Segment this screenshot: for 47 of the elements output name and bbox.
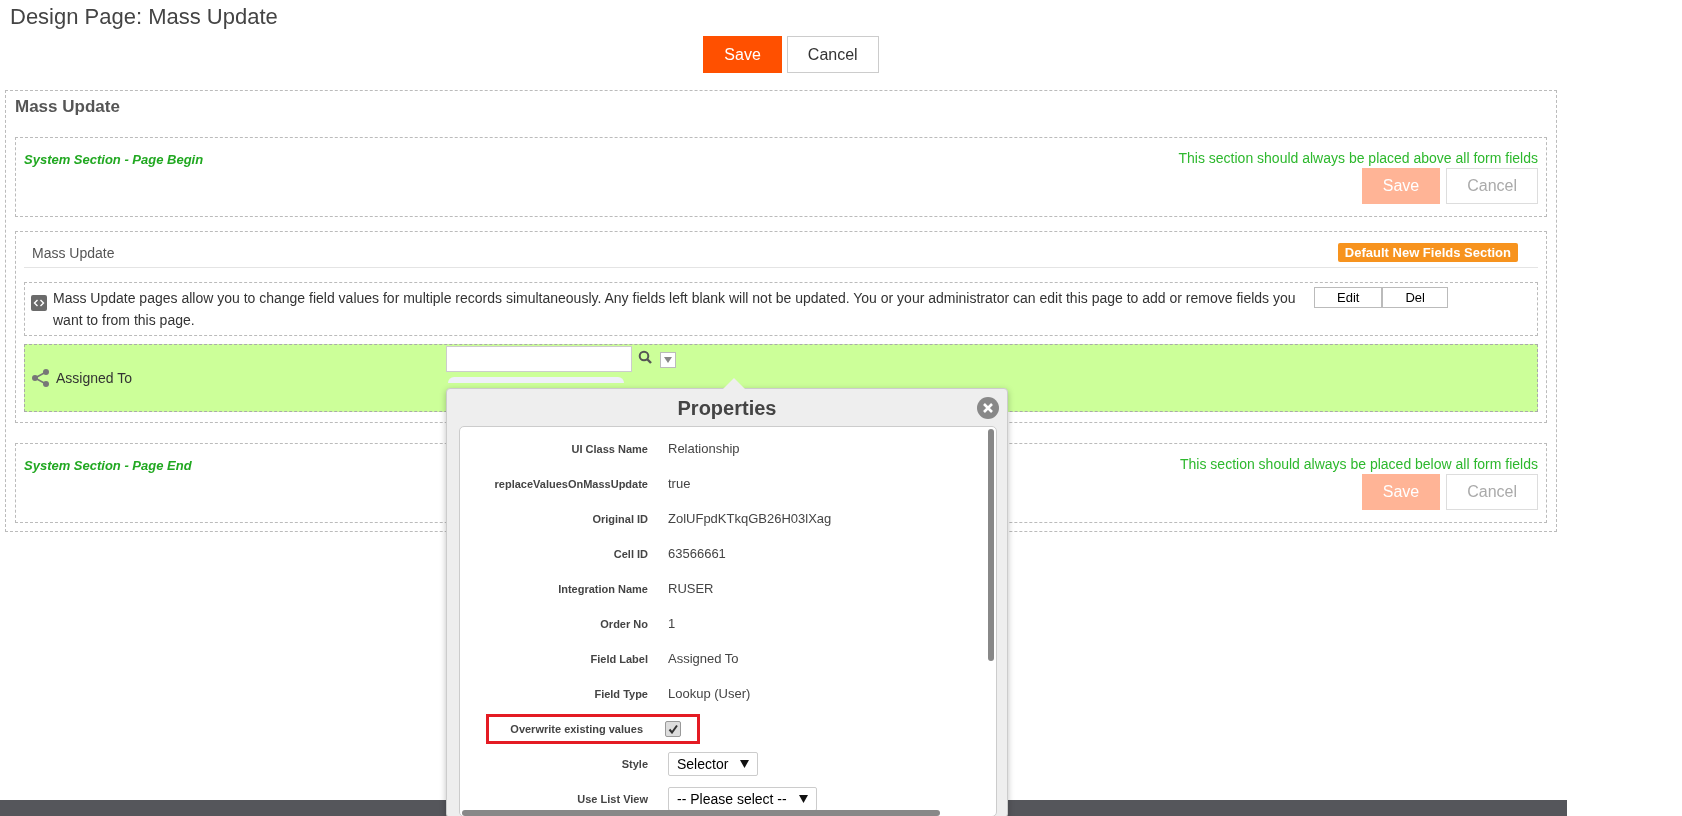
section-title: Mass Update: [32, 244, 115, 261]
section-title: System Section - Page End: [24, 458, 192, 473]
property-value: Relationship: [668, 441, 740, 456]
close-icon[interactable]: [977, 397, 999, 419]
property-label: Order No: [599, 617, 648, 630]
property-label: Integration Name: [557, 582, 648, 595]
section-title: System Section - Page Begin: [24, 152, 204, 167]
section-note: This section should always be placed above all form fields: [1178, 150, 1538, 166]
property-value: RUSER: [668, 581, 714, 596]
form-title: Mass Update: [15, 97, 121, 117]
share-icon: [31, 368, 50, 388]
checkbox[interactable]: [665, 720, 681, 737]
property-label: Style: [620, 757, 648, 770]
select-dropdown[interactable]: -- Please select --: [668, 786, 817, 811]
vertical-scrollbar[interactable]: [988, 429, 994, 661]
caret-icon: [664, 357, 672, 363]
dropdown-button[interactable]: [660, 352, 676, 368]
property-label: Field Label: [589, 652, 648, 665]
cancel-button[interactable]: Cancel: [786, 36, 879, 73]
property-value: Lookup (User): [668, 686, 751, 701]
section-button[interactable]: Del: [1382, 287, 1448, 308]
description-text: Mass Update pages allow you to change field values for multiple records simultaneously. Any fields left blank will not be updated. You or your administrator can edit this page to add or remove fields you want to from this page.: [53, 289, 1297, 330]
horizontal-scrollbar[interactable]: [462, 810, 940, 816]
property-value: 1: [668, 616, 676, 631]
property-label: Cell ID: [612, 547, 648, 560]
property-label: replaceValuesOnMassUpdate: [493, 477, 648, 490]
section-note: This section should always be placed below all form fields: [1180, 456, 1538, 472]
check-icon: [668, 723, 678, 734]
caret-icon: [740, 759, 750, 768]
property-label: Overwrite existing values: [509, 722, 643, 735]
property-value: 63566661: [668, 546, 726, 561]
section-badge: Default New Fields Section: [1337, 243, 1518, 262]
select-dropdown[interactable]: Selector: [668, 751, 759, 776]
search-icon[interactable]: [638, 350, 652, 364]
field-label: Assigned To: [56, 370, 133, 386]
property-value: Assigned To: [668, 651, 739, 666]
property-label: UI Class Name: [570, 442, 648, 455]
property-label: Original ID: [591, 512, 648, 525]
lookup-input-field[interactable]: [446, 346, 632, 372]
section-button[interactable]: Edit: [1314, 287, 1383, 308]
page-title: Design Page: Mass Update: [9, 3, 279, 30]
property-label: Use List View: [576, 792, 648, 805]
caret-icon: [798, 794, 808, 803]
property-value: ZolUFpdKTkqGB26H03lXag: [668, 511, 832, 526]
code-icon: [31, 295, 47, 311]
property-value: true: [668, 476, 691, 491]
property-label: Field Type: [593, 687, 648, 700]
